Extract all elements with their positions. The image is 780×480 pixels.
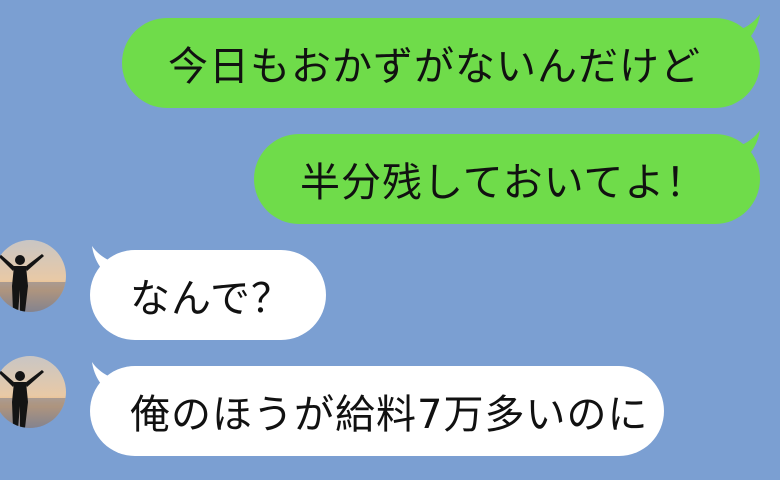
- sent-message-bubble[interactable]: 半分残しておいてよ！: [254, 134, 760, 224]
- avatar[interactable]: [0, 240, 66, 312]
- chat-thread: 今日もおかずがないんだけど 半分残しておいてよ！ なんで？ 俺のほうが給料7万多…: [0, 0, 780, 480]
- message-text: なんで？: [130, 276, 292, 322]
- sent-message-bubble[interactable]: 今日もおかずがないんだけど: [122, 18, 760, 108]
- message-text: 今日もおかずがないんだけど: [168, 44, 701, 90]
- received-message-bubble[interactable]: なんで？: [90, 250, 326, 340]
- message-text: 俺のほうが給料7万多いのに: [130, 392, 649, 438]
- avatar[interactable]: [0, 356, 66, 428]
- received-message-bubble[interactable]: 俺のほうが給料7万多いのに: [90, 366, 664, 456]
- sunset-silhouette-avatar-icon: [0, 240, 66, 312]
- sunset-silhouette-avatar-icon: [0, 356, 66, 428]
- message-text: 半分残しておいてよ！: [300, 160, 707, 206]
